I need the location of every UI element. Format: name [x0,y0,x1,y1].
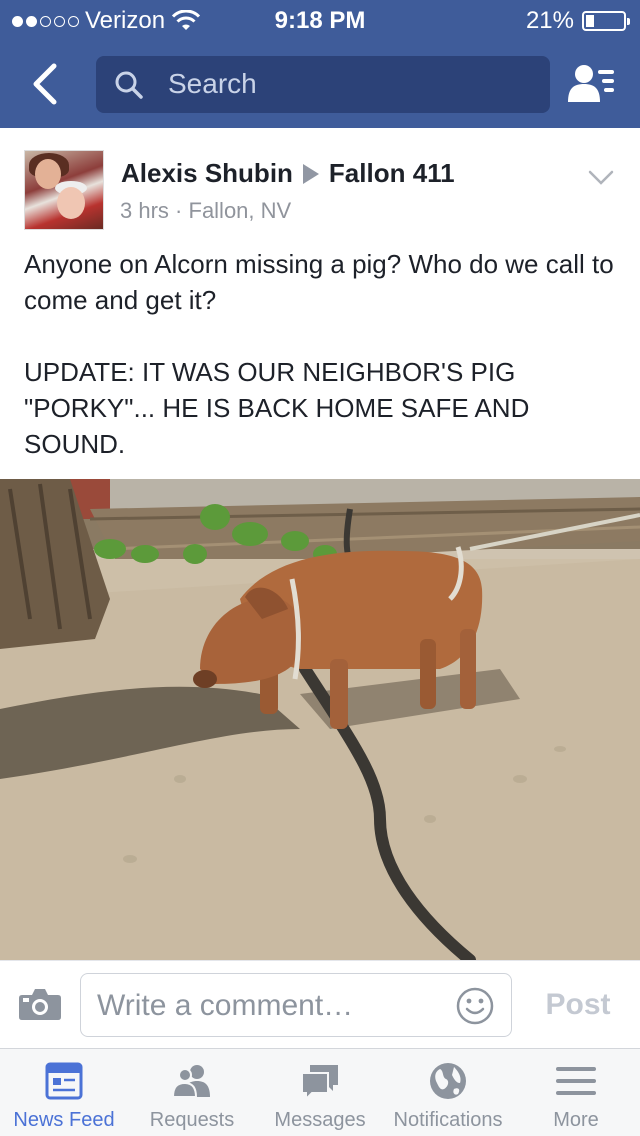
search-icon [115,71,143,99]
notifications-icon [430,1063,466,1099]
comment-box[interactable] [80,973,512,1037]
top-header: Verizon 9:18 PM 21% [0,0,640,128]
tab-label: More [553,1109,599,1131]
battery-percent: 21% [525,7,574,34]
post-meta: 3 hrs · Fallon, NV [120,198,291,224]
tab-label: News Feed [13,1109,115,1131]
group-name[interactable]: Fallon 411 [329,158,455,189]
tab-messages[interactable]: Messages [256,1049,384,1136]
post-text: Anyone on Alcorn missing a pig? Who do w… [24,246,624,498]
nav-bar [0,40,640,128]
news-feed-icon [45,1062,83,1100]
more-icon [556,1067,596,1095]
post-comment-button[interactable]: Post [536,985,620,1025]
back-arrow-icon[interactable] [26,62,66,106]
post-paragraph: Anyone on Alcorn missing a pig? Who do w… [24,249,614,315]
post-time[interactable]: 3 hrs [120,198,169,223]
post-photo[interactable] [0,479,640,960]
tab-label: Messages [274,1109,366,1131]
battery-icon [582,11,630,31]
post-paragraph: UPDATE: IT WAS OUR NEIGHBOR'S PIG "PORKY… [24,357,530,459]
tab-notifications[interactable]: Notifications [384,1049,512,1136]
requests-icon [172,1065,210,1098]
comment-bar: Post [0,960,640,1048]
arrow-right-icon [302,163,319,184]
tab-news-feed[interactable]: News Feed [0,1049,128,1136]
tab-more[interactable]: More [512,1049,640,1136]
tab-bar: News Feed Requests Messages Notification… [0,1048,640,1136]
tab-requests[interactable]: Requests [128,1049,256,1136]
avatar[interactable] [24,150,104,230]
post-location[interactable]: Fallon, NV [189,198,292,223]
emoji-icon[interactable] [455,986,495,1026]
pig-photo-image [0,479,640,960]
post-header: Alexis Shubin Fallon 411 [121,158,455,189]
comment-input[interactable] [97,986,447,1026]
search-input[interactable] [168,64,528,104]
chevron-down-icon[interactable] [588,170,614,186]
search-bar[interactable] [96,56,550,113]
status-right: 21% [525,7,630,35]
messages-icon [301,1065,338,1101]
friend-requests-icon[interactable] [566,62,618,106]
author-name[interactable]: Alexis Shubin [121,158,293,189]
tab-label: Notifications [393,1109,503,1131]
meta-separator: · [175,198,183,223]
tab-label: Requests [149,1109,235,1131]
status-bar: Verizon 9:18 PM 21% [0,0,640,40]
camera-icon[interactable] [18,987,62,1021]
